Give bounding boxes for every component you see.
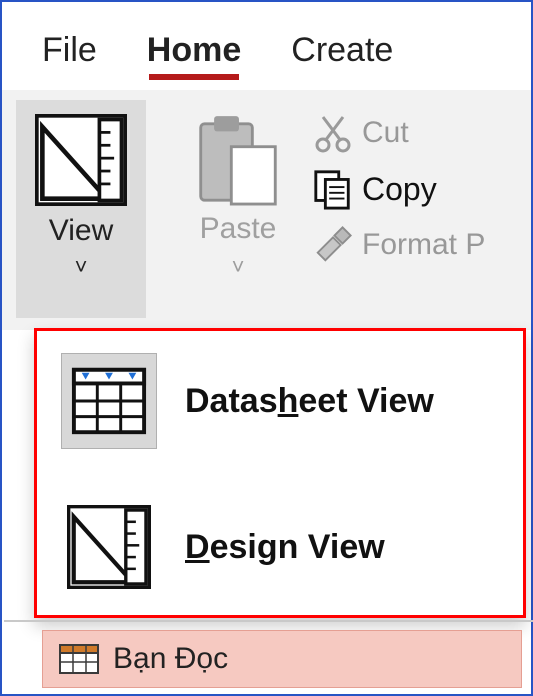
view-button-label: View bbox=[49, 214, 113, 248]
paste-button[interactable]: Paste ˅ bbox=[164, 100, 312, 318]
clipboard-small-buttons: Cut Copy Format P bbox=[312, 100, 485, 266]
cut-button[interactable]: Cut bbox=[312, 112, 485, 154]
copy-label: Copy bbox=[362, 171, 437, 208]
chevron-down-icon: ˅ bbox=[232, 254, 245, 280]
tab-file[interactable]: File bbox=[42, 31, 97, 70]
cut-label: Cut bbox=[362, 116, 409, 150]
menu-item-design-label: Design View bbox=[185, 528, 385, 567]
scissors-icon bbox=[312, 112, 354, 154]
ribbon-home: View ˅ Paste ˅ Cut bbox=[2, 90, 531, 330]
clipboard-icon bbox=[195, 114, 281, 210]
paintbrush-icon bbox=[312, 224, 354, 266]
paste-button-label: Paste bbox=[200, 212, 277, 246]
menu-item-datasheet-label: Datasheet View bbox=[185, 382, 434, 421]
datasheet-icon bbox=[61, 353, 157, 449]
chevron-down-icon: ˅ bbox=[75, 254, 88, 280]
view-dropdown-menu: Datasheet View Design View bbox=[34, 328, 526, 618]
menu-item-datasheet-view[interactable]: Datasheet View bbox=[61, 353, 499, 449]
copy-icon bbox=[312, 168, 354, 210]
format-painter-label: Format P bbox=[362, 228, 485, 262]
view-split-button[interactable]: View ˅ bbox=[16, 100, 146, 318]
nav-table-label: Bạn Đọc bbox=[113, 642, 228, 676]
navigation-pane: Bạn Đọc bbox=[4, 620, 533, 696]
tab-create[interactable]: Create bbox=[291, 31, 393, 70]
design-view-icon bbox=[61, 499, 157, 595]
table-icon bbox=[59, 644, 99, 674]
design-view-icon bbox=[35, 114, 127, 206]
nav-table-item[interactable]: Bạn Đọc bbox=[42, 630, 522, 688]
tab-home[interactable]: Home bbox=[147, 31, 241, 70]
menu-item-design-view[interactable]: Design View bbox=[61, 499, 499, 595]
format-painter-button[interactable]: Format P bbox=[312, 224, 485, 266]
ribbon-tabs: File Home Create bbox=[2, 2, 531, 90]
copy-button[interactable]: Copy bbox=[312, 168, 485, 210]
